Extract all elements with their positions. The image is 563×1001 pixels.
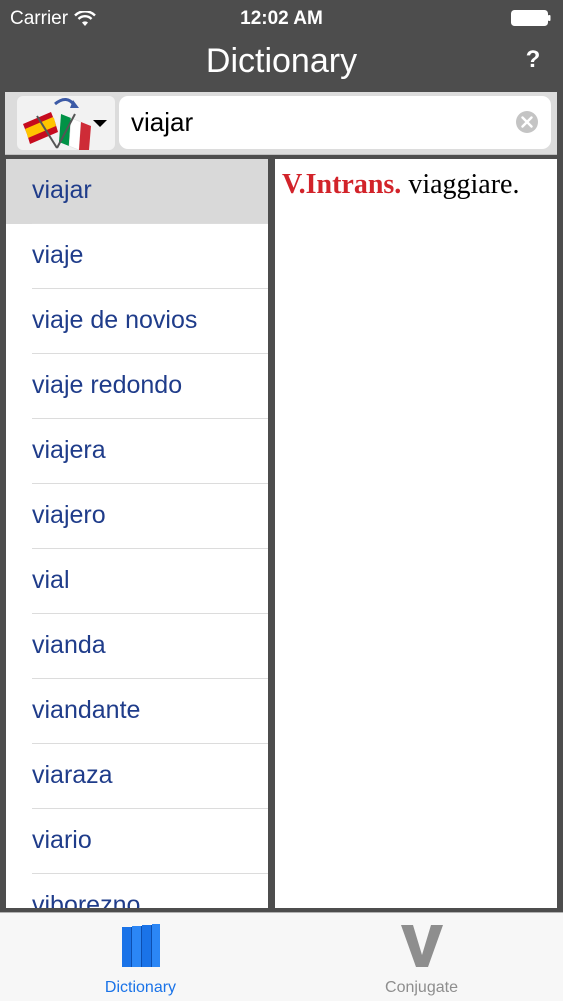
navigation-bar: Dictionary ? (0, 38, 563, 90)
help-button[interactable]: ? (521, 46, 545, 74)
verb-v-icon (400, 925, 443, 967)
list-item-label: vial (32, 566, 70, 594)
results-list[interactable]: viajar viaje viaje de novios viaje redondo v… (6, 159, 268, 908)
list-item[interactable]: viario (6, 809, 268, 874)
clear-icon[interactable] (515, 110, 539, 134)
list-item[interactable]: viajar (6, 159, 268, 224)
definition-meaning: viaggiare. (401, 169, 520, 200)
list-item[interactable]: vianda (6, 614, 268, 679)
tab-bar: Dictionary Conjugate (0, 912, 563, 1001)
list-item-label: viajero (32, 501, 106, 529)
list-item-label: viaje (32, 241, 84, 269)
list-item-label: viario (32, 826, 92, 854)
tab-conjugate-label: Conjugate (385, 979, 458, 996)
list-item-label: viaje de novios (32, 306, 198, 334)
list-item-label: viaje redondo (32, 371, 183, 399)
definition-text: V.Intrans. viaggiare. (282, 169, 519, 201)
list-item[interactable]: viborezno (6, 874, 268, 908)
list-item-label: viandante (32, 696, 141, 724)
tab-dictionary-label: Dictionary (104, 979, 177, 996)
list-item-label: viajera (32, 436, 106, 464)
list-item-label: viaraza (32, 761, 113, 789)
books-icon (121, 924, 160, 967)
list-item[interactable]: viaje (6, 224, 268, 289)
status-time: 12:02 AM (240, 8, 323, 29)
status-bar: Carrier 12:02 AM (0, 0, 563, 38)
definition-panel: V.Intrans. viaggiare. (275, 159, 557, 908)
battery-icon (511, 10, 551, 26)
list-item[interactable]: viaje de novios (6, 289, 268, 354)
page-title: Dictionary (205, 42, 358, 80)
list-item[interactable]: viajero (6, 484, 268, 549)
list-item-label: viajar (32, 176, 92, 204)
language-selector-button[interactable] (17, 96, 115, 151)
search-input[interactable] (131, 102, 511, 142)
part-of-speech: V.Intrans. (282, 169, 402, 200)
tab-dictionary[interactable]: Dictionary (0, 913, 281, 1001)
list-item[interactable]: viajera (6, 419, 268, 484)
spain-italy-flags-icon (23, 98, 107, 151)
list-item-label: viborezno (32, 891, 141, 908)
list-item-label: vianda (32, 631, 106, 659)
search-field[interactable] (119, 96, 551, 149)
list-item[interactable]: viandante (6, 679, 268, 744)
list-item[interactable]: vial (6, 549, 268, 614)
list-item[interactable]: viaraza (6, 744, 268, 809)
list-item[interactable]: viaje redondo (6, 354, 268, 419)
tab-conjugate[interactable]: Conjugate (281, 913, 562, 1001)
search-bar (5, 92, 557, 155)
